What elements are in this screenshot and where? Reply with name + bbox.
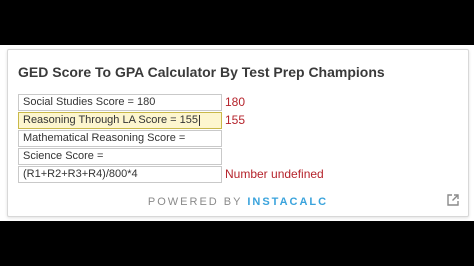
calc-row-4: Science Score = — [18, 148, 458, 165]
calc-row-3: Mathematical Reasoning Score = — [18, 130, 458, 147]
calc-input-1[interactable]: Social Studies Score = 180 — [18, 94, 222, 111]
calculator-title: GED Score To GPA Calculator By Test Prep… — [18, 64, 385, 80]
calc-input-4[interactable]: Science Score = — [18, 148, 222, 165]
powered-by-label: POWERED BY — [147, 196, 243, 208]
calc-input-3[interactable]: Mathematical Reasoning Score = — [18, 130, 222, 147]
calc-result-5: Number undefined — [225, 167, 324, 181]
calc-result-1: 180 — [225, 95, 246, 109]
instacalc-brand[interactable]: INSTACALC — [247, 196, 328, 208]
calc-row-1: Social Studies Score = 180 180 — [18, 94, 458, 111]
calc-result-2: 155 — [225, 113, 246, 127]
calc-row-2: Reasoning Through LA Score = 155 155 — [18, 112, 458, 129]
calc-row-5: (R1+R2+R3+R4)/800*4 Number undefined — [18, 166, 458, 183]
external-link-icon[interactable] — [446, 193, 460, 207]
content-area: GED Score To GPA Calculator By Test Prep… — [0, 45, 474, 221]
external-link-svg — [447, 194, 459, 206]
calc-input-5[interactable]: (R1+R2+R3+R4)/800*4 — [18, 166, 222, 183]
calculator-card: GED Score To GPA Calculator By Test Prep… — [7, 49, 469, 217]
calc-input-2[interactable]: Reasoning Through LA Score = 155 — [18, 112, 222, 129]
powered-by[interactable]: POWERED BY INSTACALC — [8, 196, 468, 208]
